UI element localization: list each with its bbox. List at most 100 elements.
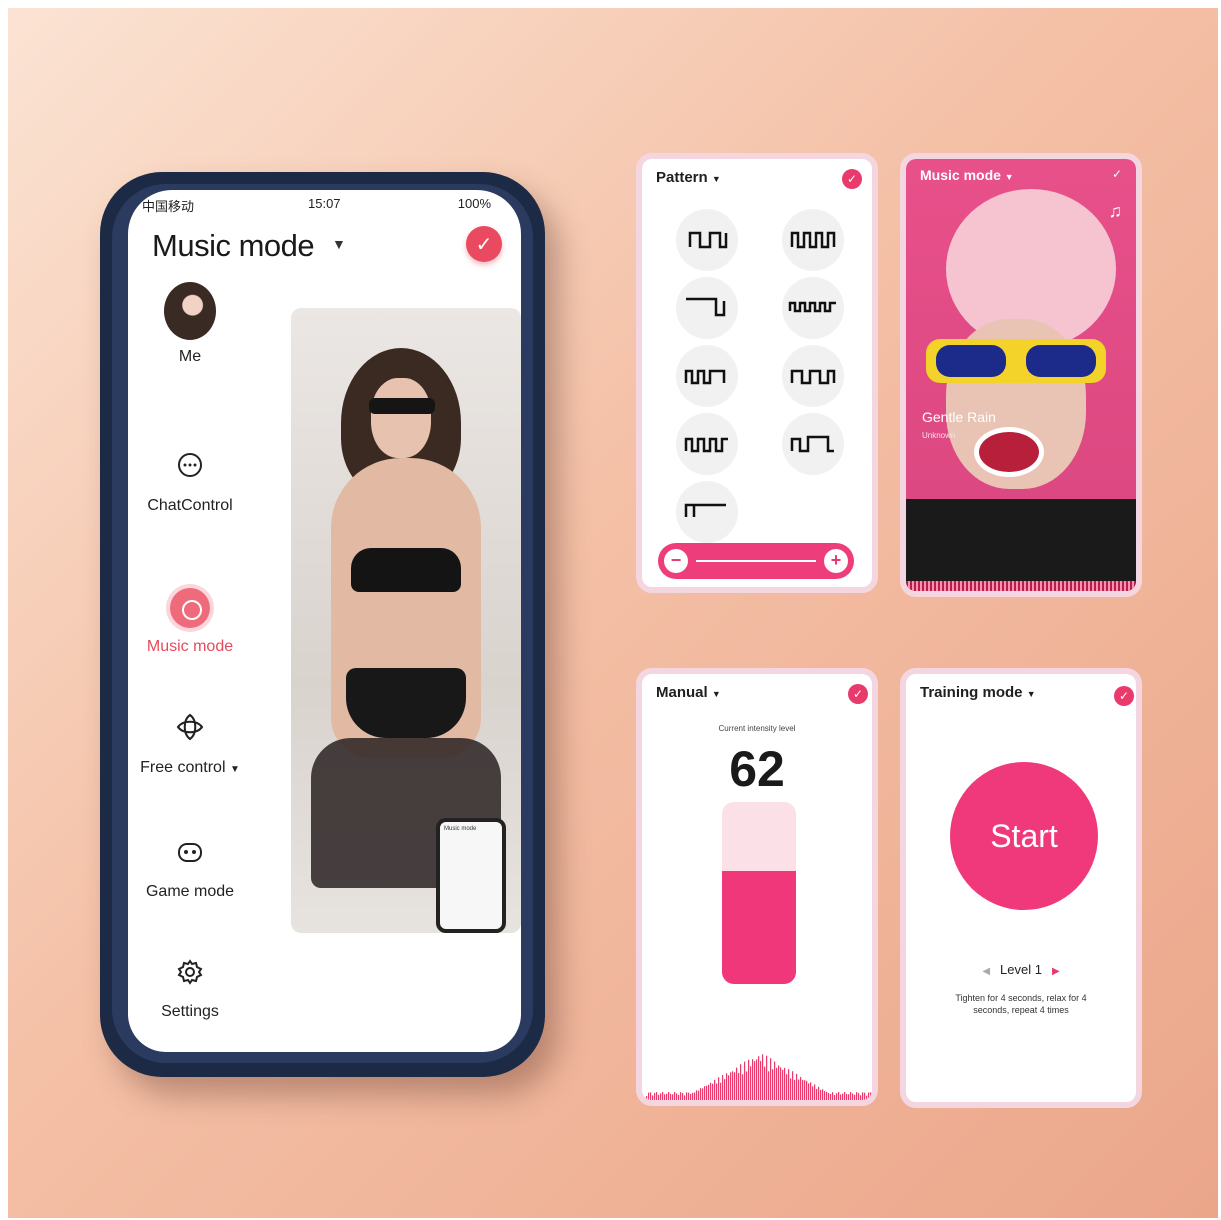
song-artist: Unknown [922, 431, 956, 440]
pattern-button[interactable] [676, 481, 738, 543]
sidebar-item-game-mode[interactable]: Game mode [130, 838, 250, 901]
waveform-bar [790, 1078, 792, 1100]
waveform-bar [772, 1069, 774, 1100]
waveform-bar [738, 1072, 740, 1100]
pattern-button[interactable] [676, 345, 738, 407]
plus-button[interactable]: + [824, 549, 848, 573]
status-time: 15:07 [308, 196, 341, 211]
album-art [906, 159, 1136, 591]
waveform-bar [692, 1092, 694, 1100]
waveform-bar [804, 1080, 806, 1100]
waveform-bar [684, 1095, 686, 1100]
waveform-bar [716, 1083, 718, 1100]
waveform-bar [744, 1061, 746, 1100]
waveform-bar [700, 1088, 702, 1100]
phone-screen: 中国移动 15:07 100% Music mode ▼ ✓ Me ChatCo… [128, 190, 521, 1052]
waveform-bar [818, 1086, 820, 1100]
waveform-bar [754, 1061, 756, 1100]
speed-slider[interactable]: − + [658, 543, 854, 579]
mini-phone-title: Music mode [444, 826, 477, 832]
next-level-icon[interactable]: ▶ [1052, 966, 1060, 977]
waveform-bar [740, 1064, 742, 1100]
chevron-down-icon[interactable]: ▼ [332, 236, 346, 252]
waveform-bar [844, 1092, 846, 1100]
waveform-bar [826, 1091, 828, 1100]
checkmark-icon[interactable]: ✓ [1112, 167, 1122, 181]
sidebar-item-chatcontrol[interactable]: ChatControl [130, 452, 250, 515]
pattern-button[interactable] [676, 413, 738, 475]
sidebar-item-music-mode[interactable]: Music mode [130, 588, 250, 656]
pattern-button[interactable] [782, 413, 844, 475]
song-title: Gentle Rain [922, 409, 996, 425]
sidebar-item-label: Music mode [146, 638, 234, 655]
intensity-gauge-fill [722, 871, 796, 984]
manual-card: Manual ▼ ✓ Current intensity level 62 [636, 668, 878, 1106]
waveform-bar [854, 1094, 856, 1100]
training-mode-card: Training mode ▼ ✓ Start ◀ Level 1 ▶ Tighte… [900, 668, 1142, 1108]
training-card-title[interactable]: Training mode ▼ [920, 684, 1036, 701]
sidebar-item-me[interactable]: Me [130, 282, 250, 366]
checkmark-icon[interactable]: ✓ [1114, 686, 1134, 706]
waveform-bar [824, 1091, 826, 1100]
confirm-button[interactable]: ✓ [466, 226, 502, 262]
waveform-bar [808, 1083, 810, 1100]
waveform-bar [770, 1058, 772, 1100]
waveform-bar [792, 1071, 794, 1100]
level-selector: ◀ Level 1 ▶ [906, 962, 1136, 977]
product-photo: Music mode [291, 308, 521, 933]
music-mode-card: Music mode ▼ ✓ ♫ Gentle Rain Unknown [900, 153, 1142, 597]
intensity-value: 62 [729, 741, 785, 797]
level-description: Tighten for 4 seconds, relax for 4 secon… [955, 993, 1087, 1015]
checkmark-icon[interactable]: ✓ [842, 169, 862, 189]
music-note-icon[interactable]: ♫ [1109, 201, 1123, 222]
waveform-bar [782, 1069, 784, 1100]
album-art-glasses [926, 339, 1106, 383]
slider-track [696, 560, 816, 562]
waveform-icon [688, 231, 728, 249]
waveform-bar [696, 1090, 698, 1100]
minus-button[interactable]: − [664, 549, 688, 573]
pattern-button[interactable] [676, 277, 738, 339]
page-title[interactable]: Music mode [152, 228, 315, 264]
pattern-button[interactable] [782, 277, 844, 339]
waveform-bar [794, 1079, 796, 1100]
audio-waveform [906, 581, 1136, 591]
sidebar-item-settings[interactable]: Settings [130, 958, 250, 1021]
waveform-bar [752, 1059, 754, 1100]
waveform-bar [848, 1094, 850, 1100]
start-button[interactable]: Start [950, 762, 1098, 910]
waveform-bar [708, 1084, 710, 1100]
waveform-bar [796, 1073, 798, 1100]
waveform-bar [694, 1092, 696, 1100]
waveform-bar [864, 1092, 866, 1100]
waveform-bar [852, 1093, 854, 1100]
waveform-bar [720, 1082, 722, 1100]
waveform-bar [680, 1092, 682, 1100]
previous-level-icon[interactable]: ◀ [982, 966, 990, 977]
pattern-button[interactable] [782, 345, 844, 407]
waveform-bar [710, 1082, 712, 1100]
waveform-bar [660, 1093, 662, 1100]
pattern-button[interactable] [676, 209, 738, 271]
battery-label: 100% [457, 196, 491, 211]
chevron-down-icon: ▼ [1026, 689, 1036, 699]
waveform-icon [686, 297, 726, 317]
checkmark-icon[interactable]: ✓ [848, 684, 868, 704]
waveform-bar [760, 1060, 762, 1100]
waveform-bar [746, 1071, 748, 1100]
waveform-bar [664, 1094, 666, 1100]
waveform-bar [734, 1072, 736, 1100]
pattern-card-title[interactable]: Pattern ▼ [656, 169, 721, 186]
manual-card-title[interactable]: Manual ▼ [656, 684, 721, 701]
waveform-bar [652, 1095, 654, 1100]
chevron-down-icon: ▼ [229, 764, 240, 775]
intensity-gauge[interactable] [722, 802, 796, 984]
waveform-bar [780, 1067, 782, 1100]
music-card-title[interactable]: Music mode ▼ [920, 167, 1014, 183]
sidebar-item-free-control[interactable]: Free control ▼ [130, 712, 250, 777]
sidebar-item-label: Me [178, 348, 202, 365]
waveform-bar [846, 1093, 848, 1100]
waveform-bar [676, 1093, 678, 1100]
pattern-button[interactable] [782, 209, 844, 271]
waveform-bar [712, 1083, 714, 1100]
